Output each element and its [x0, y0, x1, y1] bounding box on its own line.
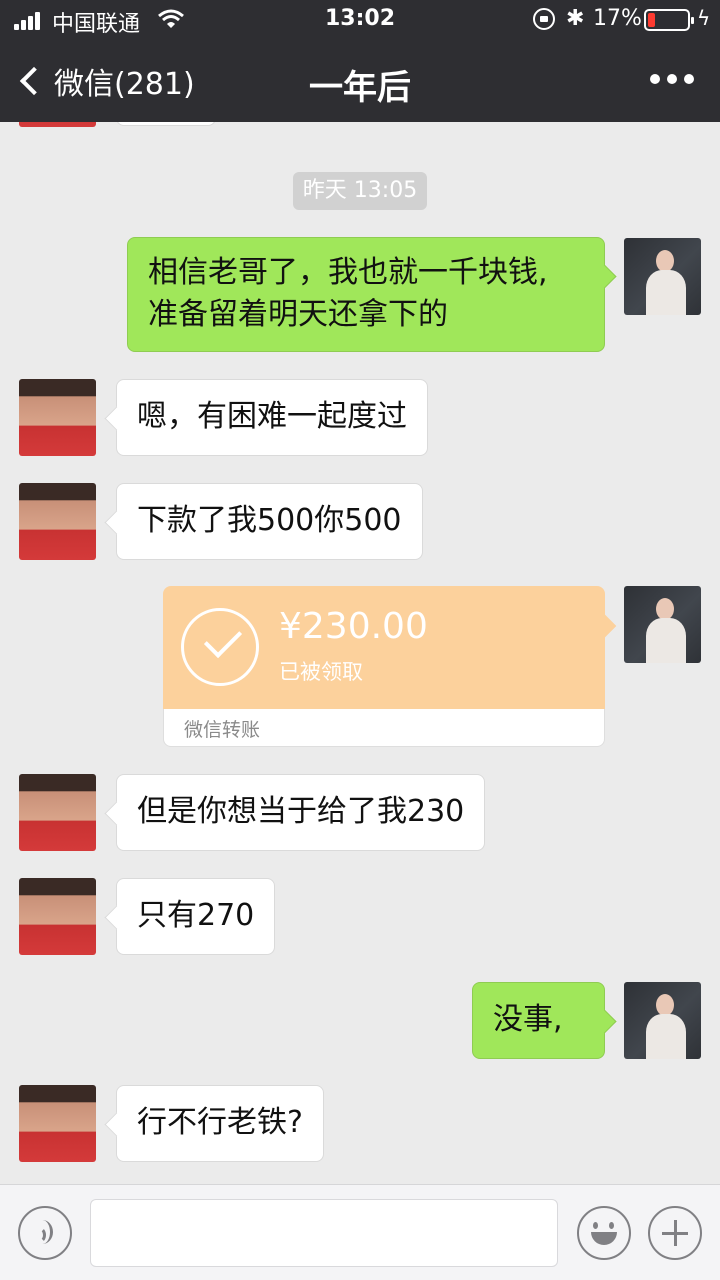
transfer-card-top: ¥230.00 已被领取: [163, 586, 605, 709]
message-bubble[interactable]: 只有270: [116, 878, 276, 955]
more-icon[interactable]: [650, 74, 694, 84]
battery-level: [648, 13, 655, 27]
voice-icon[interactable]: [18, 1206, 72, 1260]
message-bubble[interactable]: 下款了我500你500: [116, 483, 423, 560]
message-text: 嗯，有困难一起度过: [137, 399, 407, 434]
message-text: 只有270: [137, 898, 255, 933]
input-bar: [0, 1184, 720, 1280]
avatar[interactable]: [624, 238, 701, 315]
bluetooth-icon: ✱: [566, 6, 585, 31]
message-bubble[interactable]: 相信老哥了，我也就一千块钱, 准备留着明天还拿下的: [127, 237, 605, 352]
header: 中国联通 13:02 ✱ 17% ϟ 微信(281) 一年后: [0, 0, 720, 122]
message-bubble[interactable]: 嗯，有困难一起度过: [116, 379, 428, 456]
avatar[interactable]: [19, 483, 96, 560]
avatar[interactable]: [624, 586, 701, 663]
battery-percent: 17%: [593, 6, 642, 31]
chat-title: 一年后: [309, 68, 411, 108]
battery-icon: [644, 9, 694, 31]
status-bar: 中国联通 13:02 ✱ 17% ϟ: [0, 0, 720, 40]
avatar[interactable]: [19, 878, 96, 955]
message-text: 没事,: [493, 1002, 563, 1037]
avatar[interactable]: [19, 774, 96, 851]
nav-bar: 微信(281) 一年后: [0, 40, 720, 122]
message-text: 相信老哥了，我也就一千块钱,: [148, 255, 548, 290]
message-text: 但是你想当于给了我230: [137, 794, 465, 829]
plus-icon[interactable]: [648, 1206, 702, 1260]
message-bubble[interactable]: 行不行老铁?: [116, 1085, 324, 1162]
message-text: 准备留着明天还拿下的: [148, 297, 448, 332]
timestamp-badge: 昨天 13:05: [293, 172, 427, 210]
message-text: 下款了我500你500: [137, 503, 402, 538]
avatar[interactable]: [19, 122, 96, 127]
charging-icon: ϟ: [697, 6, 711, 30]
rotation-lock-icon: [533, 8, 555, 30]
transfer-card[interactable]: ¥230.00 已被领取 微信转账: [163, 586, 605, 747]
avatar[interactable]: [624, 982, 701, 1059]
message-bubble-partial: [116, 122, 216, 126]
transfer-label: 微信转账: [184, 719, 261, 741]
chat-area[interactable]: 昨天 13:05 相信老哥了，我也就一千块钱, 准备留着明天还拿下的 嗯，有困难…: [0, 122, 720, 1184]
transfer-status: 已被领取: [279, 660, 363, 684]
transfer-amount: ¥230.00: [279, 606, 428, 647]
message-bubble[interactable]: 没事,: [472, 982, 605, 1059]
avatar[interactable]: [19, 379, 96, 456]
emoji-icon[interactable]: [577, 1206, 631, 1260]
transfer-card-footer: 微信转账: [163, 709, 605, 747]
message-input[interactable]: [90, 1199, 558, 1267]
message-text: 行不行老铁?: [137, 1105, 303, 1140]
message-bubble[interactable]: 但是你想当于给了我230: [116, 774, 486, 851]
avatar[interactable]: [19, 1085, 96, 1162]
check-circle-icon: [181, 608, 259, 686]
